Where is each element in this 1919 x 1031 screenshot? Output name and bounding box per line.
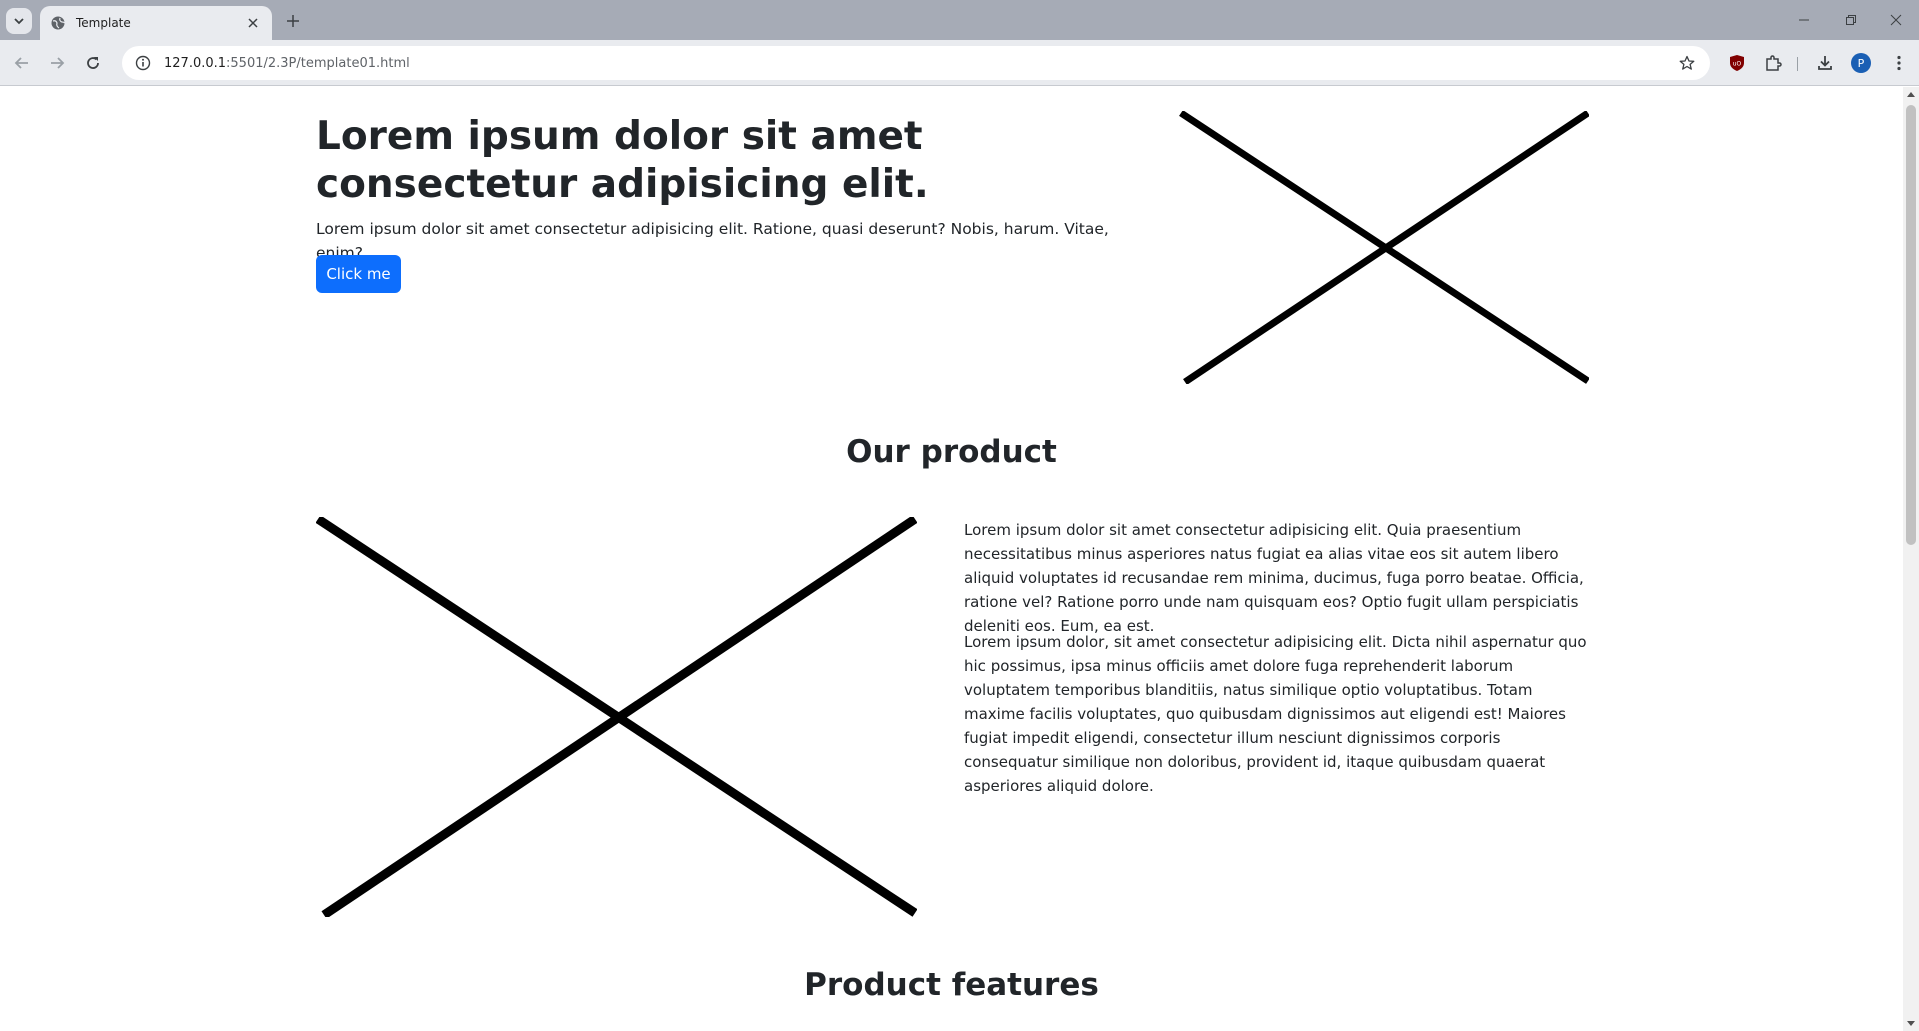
tab-strip: Template bbox=[0, 0, 1919, 40]
forward-button[interactable] bbox=[43, 49, 71, 77]
hero-title: Lorem ipsum dolor sit amet consectetur a… bbox=[316, 114, 929, 207]
back-button[interactable] bbox=[8, 49, 36, 77]
address-bar[interactable]: 127.0.0.1:5501/2.3P/template01.html bbox=[122, 46, 1710, 80]
profile-initial: P bbox=[1851, 53, 1871, 73]
scroll-up-arrow-icon[interactable] bbox=[1903, 87, 1919, 101]
chevron-down-icon bbox=[14, 18, 24, 25]
hero-lead: Lorem ipsum dolor sit amet consectetur a… bbox=[316, 220, 1109, 262]
downloads-icon[interactable] bbox=[1813, 51, 1837, 75]
hero-image-placeholder bbox=[1179, 111, 1589, 384]
reload-icon bbox=[87, 57, 99, 69]
product-image-placeholder bbox=[316, 517, 917, 917]
click-me-button[interactable]: Click me bbox=[316, 255, 401, 293]
arrow-right-icon bbox=[51, 57, 65, 69]
new-tab-button[interactable] bbox=[282, 10, 304, 32]
menu-kebab-icon[interactable] bbox=[1887, 51, 1911, 75]
scroll-down-arrow-icon[interactable] bbox=[1903, 1017, 1919, 1031]
page-viewport: Lorem ipsum dolor sit amet consectetur a… bbox=[0, 87, 1903, 1031]
globe-icon bbox=[50, 15, 66, 31]
site-info-icon[interactable] bbox=[132, 52, 154, 74]
url-path: :5501/2.3P/template01.html bbox=[226, 55, 410, 71]
restore-icon bbox=[1846, 15, 1856, 25]
extensions-puzzle-icon[interactable] bbox=[1761, 51, 1785, 75]
reload-button[interactable] bbox=[79, 49, 107, 77]
minimize-icon bbox=[1799, 19, 1809, 21]
browser-toolbar: 127.0.0.1:5501/2.3P/template01.html uO P bbox=[0, 40, 1919, 86]
close-icon bbox=[1890, 14, 1902, 26]
toolbar-divider bbox=[1797, 57, 1798, 71]
profile-avatar[interactable]: P bbox=[1849, 51, 1873, 75]
bookmark-star-icon[interactable] bbox=[1674, 50, 1700, 76]
tab-template[interactable]: Template bbox=[40, 6, 272, 40]
arrow-left-icon bbox=[14, 57, 28, 69]
ublock-extension-icon[interactable]: uO bbox=[1725, 51, 1749, 75]
url-host: 127.0.0.1 bbox=[164, 55, 227, 71]
tab-title: Template bbox=[76, 16, 131, 30]
minimize-button[interactable] bbox=[1784, 8, 1824, 32]
tab-search-button[interactable] bbox=[6, 8, 32, 34]
page-scrollbar[interactable] bbox=[1903, 87, 1919, 1031]
scrollbar-thumb[interactable] bbox=[1906, 105, 1916, 545]
close-window-button[interactable] bbox=[1876, 8, 1916, 32]
url-text[interactable]: 127.0.0.1:5501/2.3P/template01.html bbox=[164, 56, 1674, 71]
product-paragraph-1: Lorem ipsum dolor sit amet consectetur a… bbox=[964, 521, 1584, 635]
restore-button[interactable] bbox=[1831, 8, 1871, 32]
close-icon[interactable] bbox=[244, 14, 262, 32]
plus-icon bbox=[287, 15, 299, 27]
our-product-heading: Our product bbox=[846, 434, 1057, 470]
product-features-heading: Product features bbox=[804, 967, 1099, 1003]
product-paragraph-2: Lorem ipsum dolor, sit amet consectetur … bbox=[964, 633, 1587, 795]
svg-text:uO: uO bbox=[1733, 61, 1742, 68]
